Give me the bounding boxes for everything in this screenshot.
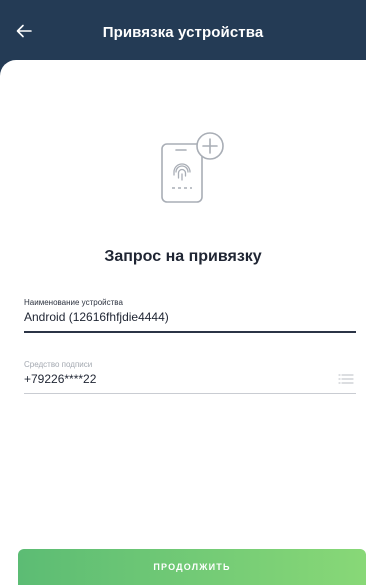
signature-method-label: Средство подписи <box>24 360 93 369</box>
device-name-underline <box>24 331 356 333</box>
device-name-field[interactable]: Наименование устройства Android (12616fh… <box>24 298 356 333</box>
phone-fingerprint-add-icon <box>158 128 230 206</box>
device-name-value[interactable]: Android (12616fhfjdie4444) <box>24 310 356 325</box>
content-sheet-corner <box>0 60 366 76</box>
page-title: Привязка устройства <box>102 24 264 41</box>
continue-button[interactable]: ПРОДОЛЖИТЬ <box>18 549 366 585</box>
app-bar: Привязка устройства <box>0 0 366 60</box>
signature-method-underline <box>24 393 356 394</box>
signature-method-value[interactable]: +79226****22 <box>24 372 356 387</box>
request-heading: Запрос на привязку <box>104 248 262 265</box>
device-name-label: Наименование устройства <box>24 298 123 307</box>
device-binding-screen: Привязка устройства Запрос на привязку Н… <box>0 0 366 585</box>
list-icon[interactable] <box>338 372 354 384</box>
signature-method-field[interactable]: Средство подписи +79226****22 <box>24 360 356 394</box>
